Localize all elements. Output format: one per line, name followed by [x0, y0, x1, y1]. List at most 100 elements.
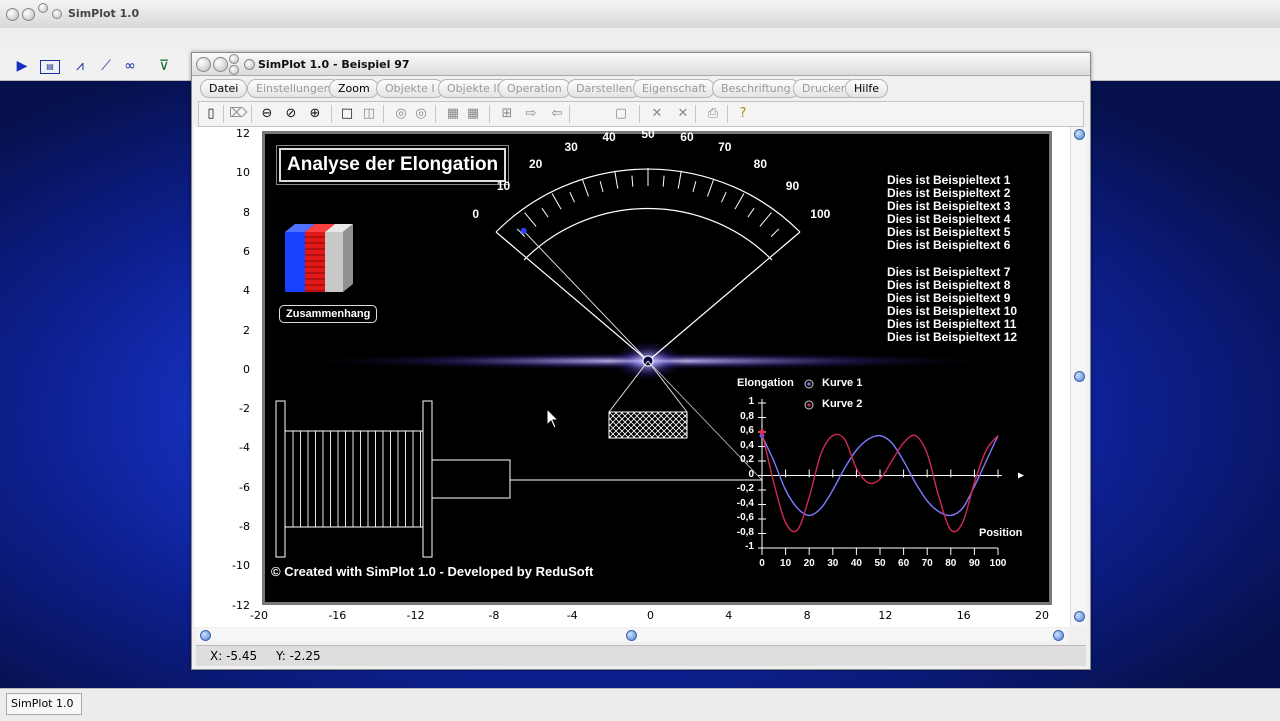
menu-datei[interactable]: Datei — [200, 79, 248, 98]
table-icon[interactable]: ▦ — [445, 106, 461, 122]
y-tick-label: 4 — [243, 284, 250, 298]
document-icon[interactable]: ▢ — [613, 106, 629, 122]
menu-objekte-i[interactable]: Objekte I — [376, 79, 444, 98]
scroll-right-button[interactable] — [1053, 630, 1064, 641]
x-tick-label: -16 — [328, 609, 347, 622]
y-tick-label: 0 — [243, 362, 250, 376]
zoom-reset-icon[interactable]: ⊘ — [283, 106, 299, 122]
x-tick-label: -4 — [566, 609, 578, 622]
arrow-left-icon[interactable]: ⇦ — [549, 106, 565, 122]
chart-y-tick-label: 0,2 — [740, 454, 754, 465]
window-close-button[interactable] — [196, 57, 211, 72]
help-icon[interactable]: ? — [735, 106, 751, 122]
gauge-right-edge — [647, 231, 801, 362]
taskbar — [0, 688, 1280, 721]
y-tick-label: -2 — [239, 402, 250, 416]
document-window: SimPlot 1.0 - Beispiel 97 Datei Einstellu… — [191, 52, 1091, 670]
y-tick-label: 2 — [243, 323, 250, 337]
tool-icon[interactable]: ⊽ — [156, 58, 172, 74]
gauge-tick — [581, 179, 589, 197]
zoom-out-icon[interactable]: ⊖ — [259, 106, 275, 122]
window-minimize-button[interactable] — [213, 57, 228, 72]
x-icon[interactable]: ✕ — [649, 106, 665, 122]
copy-icon[interactable]: ⊞ — [499, 106, 515, 122]
toolbar-separator — [331, 105, 332, 123]
horizontal-scrollbar[interactable] — [196, 628, 1068, 642]
toolbar-separator — [489, 105, 490, 123]
menu-zoom[interactable]: Zoom — [329, 79, 379, 98]
text-block-2: Dies ist Beispieltext 7 Dies ist Beispie… — [887, 266, 1017, 344]
scroll-left-button[interactable] — [200, 630, 211, 641]
gauge-tick — [707, 179, 715, 197]
legend-marker-dot — [807, 382, 811, 386]
table-edit-icon[interactable]: ▦ — [465, 106, 481, 122]
gauge-tick — [662, 175, 665, 187]
zusammenhang-button[interactable]: Zusammenhang — [279, 305, 378, 323]
x-tick-label: 20 — [1035, 609, 1049, 622]
zoom-in-icon[interactable]: ⊕ — [307, 106, 323, 122]
y-tick-label: -8 — [239, 520, 250, 533]
menu-eigenschaft[interactable]: Eigenschaft — [633, 79, 716, 98]
chart-y-tick-label: 1 — [748, 396, 754, 407]
vertical-scrollbar[interactable] — [1070, 127, 1087, 625]
gauge-tick — [500, 235, 515, 249]
restore-button[interactable] — [52, 9, 62, 19]
circle-box-icon[interactable]: ◎ — [393, 106, 409, 122]
pages-icon[interactable]: ▯ — [203, 106, 219, 122]
arrow-right-icon[interactable]: ⇨ — [523, 106, 539, 122]
maximize-button[interactable] — [38, 3, 48, 13]
gauge-label: 40 — [602, 130, 616, 145]
scroll-up-button[interactable] — [1074, 129, 1085, 140]
toolbar-separator — [223, 105, 224, 123]
gauge-tick — [569, 191, 575, 203]
minimize-button[interactable] — [22, 8, 35, 21]
line-chart-icon[interactable]: ⩘ — [72, 58, 88, 74]
menu-darstellen[interactable]: Darstellen — [567, 79, 642, 98]
formula-icon[interactable]: ∞ — [122, 58, 138, 74]
print-icon[interactable]: ⎙ — [705, 106, 721, 122]
gauge-label: 50 — [641, 127, 655, 141]
gauge-needle-tip — [520, 227, 527, 234]
drawing-canvas[interactable]: Analyse der Elongation Zusammenhang 0 10 2… — [262, 127, 1052, 605]
chart-y-tick-label: -0,8 — [736, 526, 754, 538]
chart-y-tick-label: -0,2 — [736, 483, 754, 494]
window-restore-button[interactable] — [229, 65, 239, 75]
menu-operation[interactable]: Operation — [498, 79, 571, 98]
chart-y-tick-label: 0 — [748, 468, 754, 480]
x2-icon[interactable]: ✕ — [675, 106, 691, 122]
text-line: Dies ist Beispieltext 12 — [887, 330, 1018, 344]
toolbar-separator — [569, 105, 570, 123]
play-icon[interactable]: ▶ — [14, 58, 30, 74]
gauge-tick — [541, 207, 549, 218]
window-menu-button[interactable] — [244, 59, 255, 70]
toolbar-separator — [695, 105, 696, 123]
y-tick-label: -10 — [232, 559, 250, 573]
table-icon[interactable]: ▤ — [40, 60, 60, 74]
chart-arrow-icon — [1018, 472, 1024, 479]
scroll-thumb-horizontal[interactable] — [626, 630, 637, 641]
cursor-icon[interactable]: ⌦ — [229, 106, 247, 122]
gauge-tick — [551, 193, 562, 210]
coil-windings — [292, 431, 421, 527]
menu-hilfe[interactable]: Hilfe — [845, 79, 889, 98]
menu-beschriftung[interactable]: Beschriftung — [712, 79, 800, 98]
gauge-left-edge — [495, 231, 649, 362]
double-square-icon[interactable]: ◫ — [361, 106, 377, 122]
gauge-label: 60 — [680, 130, 694, 145]
coil-body — [284, 430, 424, 528]
scroll-thumb-vertical[interactable] — [1074, 371, 1085, 382]
circle-box2-icon[interactable]: ◎ — [413, 106, 429, 122]
coil-plunger — [431, 459, 511, 499]
coil-left-flange — [275, 400, 286, 558]
window-maximize-button[interactable] — [229, 54, 239, 64]
curve-chart-icon[interactable]: ⟋ — [98, 58, 114, 74]
close-button[interactable] — [6, 8, 19, 21]
menu-einstellungen[interactable]: Einstellungen — [247, 79, 340, 98]
taskbar-item[interactable]: SimPlot 1.0 — [6, 693, 82, 715]
square-icon[interactable]: □ — [339, 106, 355, 122]
magnet-grey-side — [343, 224, 353, 292]
chart-x-tick-label: 90 — [968, 558, 980, 569]
scroll-down-button[interactable] — [1074, 611, 1085, 622]
chart-x-tick-label: 30 — [827, 558, 839, 569]
coil-right-flange — [422, 400, 433, 558]
